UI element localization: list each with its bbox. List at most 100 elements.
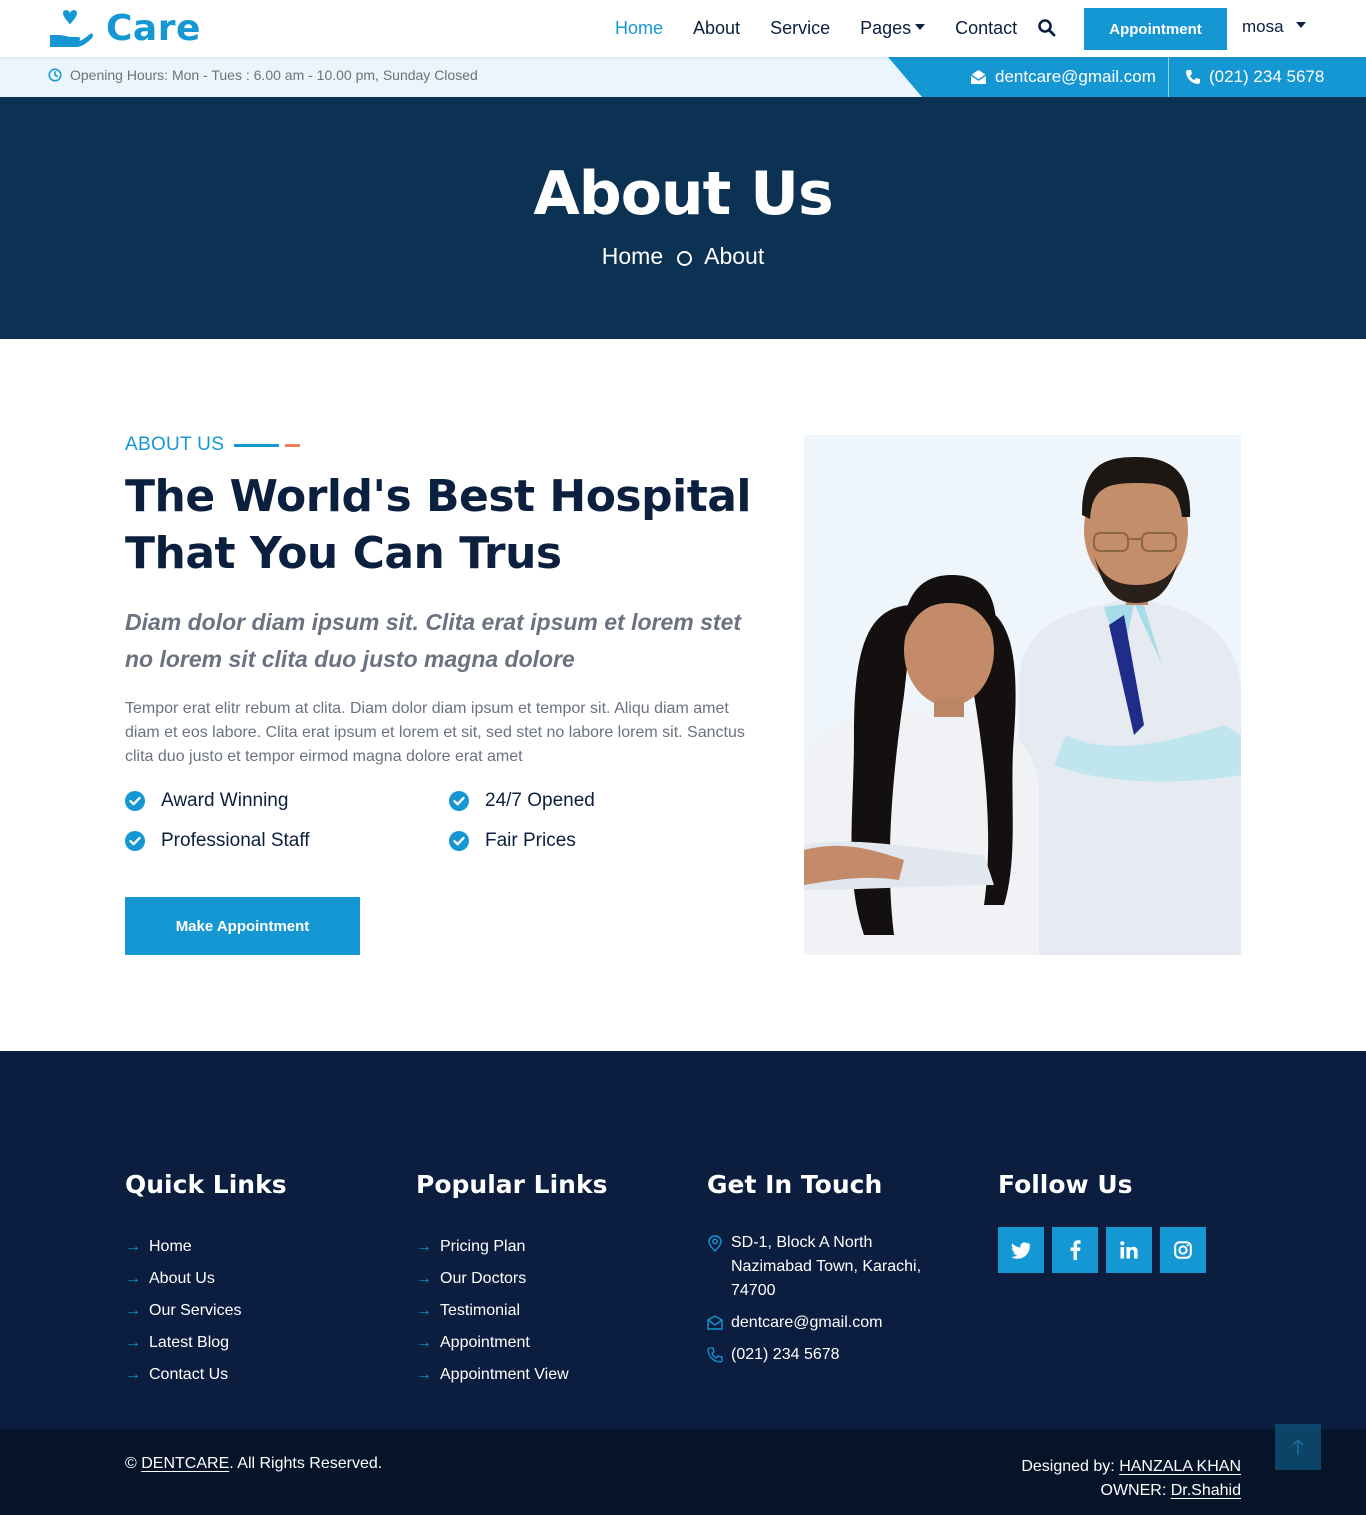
feature-label: Professional Staff bbox=[161, 830, 310, 851]
arrow-right-icon: → bbox=[416, 1334, 432, 1351]
breadcrumb: Home About bbox=[0, 243, 1366, 270]
back-to-top-button[interactable] bbox=[1275, 1424, 1321, 1470]
nav-pages-label: Pages bbox=[860, 18, 912, 38]
feature-label: Fair Prices bbox=[485, 830, 576, 851]
footer-heading: Quick Links bbox=[125, 1170, 287, 1199]
feature-item: Award Winning bbox=[125, 790, 288, 812]
link-label: Latest Blog bbox=[149, 1334, 230, 1351]
check-circle-icon bbox=[125, 791, 145, 811]
footer-link-testimonial[interactable]: → Testimonial bbox=[416, 1295, 607, 1327]
footer-heading: Follow Us bbox=[998, 1170, 1133, 1199]
link-label: Our Services bbox=[149, 1302, 242, 1319]
footer-link-pricing-plan[interactable]: → Pricing Plan bbox=[416, 1231, 607, 1263]
footer-popular-links: Popular Links → Pricing Plan → Our Doctors… bbox=[416, 1170, 607, 1391]
contact-phone[interactable]: (021) 234 5678 bbox=[707, 1343, 937, 1367]
phone-icon bbox=[1186, 70, 1200, 84]
phone-text: (021) 234 5678 bbox=[731, 1346, 840, 1363]
facebook-icon bbox=[1070, 1240, 1081, 1260]
about-lead: Diam dolor diam ipsum sit. Clita erat ip… bbox=[125, 609, 742, 672]
breadcrumb-separator-icon bbox=[677, 251, 693, 266]
footer-link-appointment-view[interactable]: → Appointment View bbox=[416, 1359, 607, 1391]
nav-service[interactable]: Service bbox=[770, 18, 830, 39]
footer-heading: Get In Touch bbox=[707, 1170, 883, 1199]
link-label: Our Doctors bbox=[440, 1270, 527, 1287]
eyebrow-accent-line bbox=[285, 443, 301, 447]
footer-link-our-services[interactable]: → Our Services bbox=[125, 1295, 287, 1327]
envelope-open-icon bbox=[970, 70, 987, 84]
make-appointment-button[interactable]: Make Appointment bbox=[125, 897, 360, 955]
footer-link-appointment[interactable]: → Appointment bbox=[416, 1327, 607, 1359]
arrow-up-icon bbox=[1292, 1438, 1304, 1455]
feature-item: 24/7 Opened bbox=[449, 790, 595, 812]
footer-link-contact-us[interactable]: → Contact Us bbox=[125, 1359, 287, 1391]
owner-label: OWNER: bbox=[1100, 1482, 1167, 1499]
feature-item: Professional Staff bbox=[125, 830, 310, 852]
opening-hours-text: Opening Hours: Mon - Tues : 6.00 am - 10… bbox=[70, 67, 478, 83]
linkedin-button[interactable] bbox=[1106, 1227, 1152, 1273]
eyebrow-line bbox=[234, 443, 280, 447]
linkedin-icon bbox=[1120, 1241, 1138, 1259]
location-pin-icon bbox=[708, 1235, 722, 1252]
address-text: SD-1, Block A North Nazimabad Town, Kara… bbox=[731, 1234, 922, 1299]
topbar-phone[interactable]: (021) 234 5678 bbox=[1185, 57, 1324, 97]
topbar-phone-text: (021) 234 5678 bbox=[1209, 67, 1325, 86]
hand-heart-icon bbox=[50, 10, 94, 47]
footer-link-home[interactable]: → Home bbox=[125, 1231, 287, 1263]
nav-about[interactable]: About bbox=[693, 18, 740, 39]
link-label: Pricing Plan bbox=[440, 1238, 526, 1255]
topbar-email[interactable]: dentcare@gmail.com bbox=[970, 57, 1156, 97]
footer-contact: Get In Touch SD-1, Block A North Nazimab… bbox=[707, 1170, 937, 1375]
eyebrow-text: ABOUT US bbox=[125, 434, 225, 455]
email-text: dentcare@gmail.com bbox=[731, 1314, 883, 1331]
check-circle-icon bbox=[125, 831, 145, 851]
breadcrumb-current: About bbox=[704, 243, 765, 269]
feature-label: 24/7 Opened bbox=[485, 790, 595, 811]
link-label: Home bbox=[149, 1238, 192, 1255]
twitter-button[interactable] bbox=[998, 1227, 1044, 1273]
designer-link[interactable]: HANZALA KHAN bbox=[1119, 1458, 1241, 1475]
feature-item: Fair Prices bbox=[449, 830, 576, 852]
link-label: About Us bbox=[149, 1270, 215, 1287]
footer-link-our-doctors[interactable]: → Our Doctors bbox=[416, 1263, 607, 1295]
arrow-right-icon: → bbox=[416, 1270, 432, 1287]
social-links bbox=[998, 1227, 1214, 1273]
link-label: Testimonial bbox=[440, 1302, 521, 1319]
caret-down-icon bbox=[1295, 22, 1306, 28]
footer-follow: Follow Us bbox=[998, 1170, 1214, 1273]
envelope-icon bbox=[707, 1315, 723, 1330]
page-title: About Us bbox=[533, 159, 833, 229]
owner-link[interactable]: Dr.Shahid bbox=[1171, 1482, 1241, 1499]
phone-icon bbox=[707, 1347, 723, 1363]
arrow-right-icon: → bbox=[416, 1238, 432, 1255]
check-circle-icon bbox=[449, 831, 469, 851]
arrow-right-icon: → bbox=[416, 1366, 432, 1383]
arrow-right-icon: → bbox=[125, 1270, 141, 1287]
topbar-email-text: dentcare@gmail.com bbox=[995, 67, 1156, 86]
breadcrumb-home[interactable]: Home bbox=[602, 243, 663, 270]
brand-name: Care bbox=[106, 8, 201, 49]
brand-logo[interactable]: Care bbox=[48, 8, 201, 50]
contact-email[interactable]: dentcare@gmail.com bbox=[707, 1311, 937, 1335]
user-menu-dropdown[interactable]: mosa bbox=[1242, 17, 1306, 37]
footer-quick-links: Quick Links → Home → About Us → Our Service… bbox=[125, 1170, 287, 1391]
instagram-icon bbox=[1174, 1241, 1192, 1259]
divider bbox=[1168, 57, 1169, 97]
appointment-button[interactable]: Appointment bbox=[1084, 8, 1227, 50]
nav-pages-dropdown[interactable]: Pages bbox=[860, 18, 926, 39]
about-heading: The World's Best Hospital That You Can T… bbox=[125, 471, 752, 579]
owner-credit: OWNER: Dr.Shahid bbox=[1021, 1479, 1242, 1503]
caret-down-icon bbox=[915, 23, 926, 30]
facebook-button[interactable] bbox=[1052, 1227, 1098, 1273]
nav-contact[interactable]: Contact bbox=[955, 18, 1017, 39]
footer-link-about-us[interactable]: → About Us bbox=[125, 1263, 287, 1295]
arrow-right-icon: → bbox=[125, 1366, 141, 1383]
instagram-button[interactable] bbox=[1160, 1227, 1206, 1273]
search-icon[interactable] bbox=[1037, 18, 1057, 38]
page-hero: About Us Home About bbox=[0, 97, 1366, 339]
footer-link-latest-blog[interactable]: → Latest Blog bbox=[125, 1327, 287, 1359]
designer-credit: Designed by: HANZALA KHAN bbox=[1021, 1455, 1241, 1479]
user-name: mosa bbox=[1242, 17, 1284, 36]
copyright-brand-link[interactable]: DENTCARE bbox=[141, 1455, 229, 1472]
nav-home[interactable]: Home bbox=[615, 18, 663, 39]
doctors-photo bbox=[804, 435, 1241, 955]
